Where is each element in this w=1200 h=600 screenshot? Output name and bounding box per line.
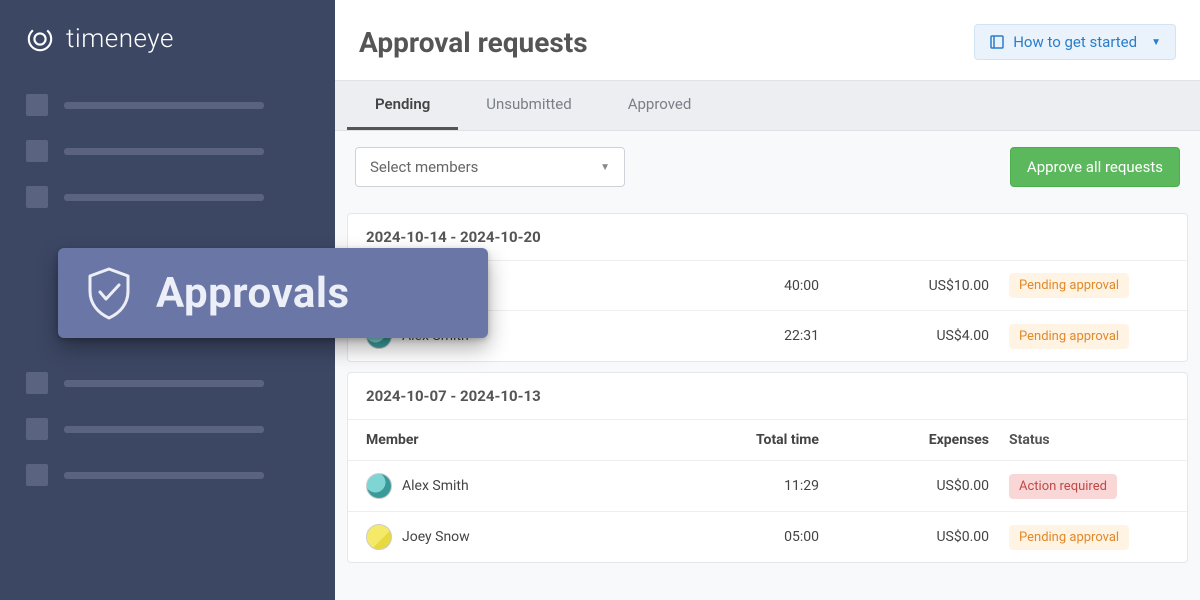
table-row[interactable]: Joey Snow 05:00 US$0.00 Pending approval (348, 512, 1187, 562)
cell-expenses: US$4.00 (819, 328, 989, 344)
select-members-label: Select members (370, 158, 478, 176)
table-header: Member Total time Expenses Status (348, 420, 1187, 461)
chevron-down-icon: ▼ (1151, 37, 1161, 48)
filters-bar: Select members ▼ Approve all requests (335, 131, 1200, 203)
cell-member: Alex Smith (366, 473, 649, 499)
status-badge: Pending approval (1009, 525, 1129, 550)
cell-status: Pending approval (1009, 273, 1169, 298)
avatar (366, 524, 392, 550)
nav-item-placeholder[interactable] (26, 140, 309, 162)
nav-item-placeholder[interactable] (26, 464, 309, 486)
cell-total-time: 40:00 (649, 278, 819, 294)
overlay-title: Approvals (156, 269, 350, 318)
col-total-time: Total time (649, 432, 819, 448)
table-row[interactable]: Alex Smith 11:29 US$0.00 Action required (348, 461, 1187, 512)
timeneye-logo-icon (26, 25, 54, 53)
tabs: Pending Unsubmitted Approved (335, 80, 1200, 131)
help-label: How to get started (1013, 33, 1137, 51)
chevron-down-icon: ▼ (600, 162, 610, 173)
cell-member: Joey Snow (366, 524, 649, 550)
cell-status: Pending approval (1009, 324, 1169, 349)
status-badge: Pending approval (1009, 324, 1129, 349)
how-to-get-started-button[interactable]: How to get started ▼ (974, 24, 1176, 60)
nav-item-placeholder[interactable] (26, 418, 309, 440)
tab-unsubmitted[interactable]: Unsubmitted (458, 81, 599, 130)
approvals-feature-overlay: Approvals (58, 248, 488, 338)
approval-group: 2024-10-07 - 2024-10-13 Member Total tim… (347, 372, 1188, 563)
tab-approved[interactable]: Approved (600, 81, 720, 130)
cell-total-time: 22:31 (649, 328, 819, 344)
shield-check-icon (84, 266, 134, 321)
status-badge: Action required (1009, 474, 1117, 499)
group-date-range: 2024-10-07 - 2024-10-13 (348, 373, 1187, 420)
approve-all-button[interactable]: Approve all requests (1010, 147, 1180, 187)
col-status: Status (1009, 432, 1169, 448)
nav-item-placeholder[interactable] (26, 186, 309, 208)
book-icon (989, 34, 1005, 50)
select-members-dropdown[interactable]: Select members ▼ (355, 147, 625, 187)
brand-name: timeneye (66, 24, 174, 54)
tab-pending[interactable]: Pending (347, 81, 458, 130)
member-name: Joey Snow (402, 529, 470, 545)
cell-status: Pending approval (1009, 525, 1169, 550)
cell-expenses: US$0.00 (819, 529, 989, 545)
avatar (366, 473, 392, 499)
cell-total-time: 11:29 (649, 478, 819, 494)
page-title: Approval requests (359, 26, 588, 59)
cell-expenses: US$0.00 (819, 478, 989, 494)
main-header: Approval requests How to get started ▼ (335, 0, 1200, 80)
nav-item-placeholder[interactable] (26, 372, 309, 394)
cell-total-time: 05:00 (649, 529, 819, 545)
col-expenses: Expenses (819, 432, 989, 448)
cell-expenses: US$10.00 (819, 278, 989, 294)
member-name: Alex Smith (402, 478, 469, 494)
col-member: Member (366, 432, 649, 448)
status-badge: Pending approval (1009, 273, 1129, 298)
cell-status: Action required (1009, 474, 1169, 499)
nav-item-placeholder[interactable] (26, 94, 309, 116)
brand-logo: timeneye (26, 24, 309, 54)
